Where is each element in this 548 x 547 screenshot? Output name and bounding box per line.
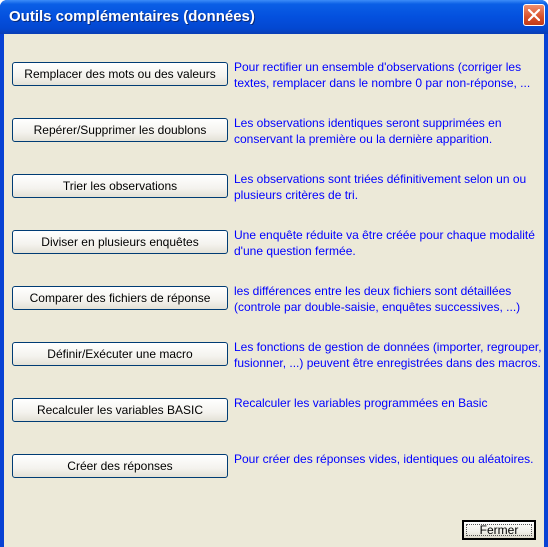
dialog-client-area: Remplacer des mots ou des valeurs Pour r… [4, 34, 544, 547]
window-title: Outils complémentaires (données) [9, 8, 255, 25]
action-row-compare: Comparer des fichiers de réponse les dif… [4, 284, 544, 326]
action-row-replace: Remplacer des mots ou des valeurs Pour r… [4, 60, 544, 102]
split-surveys-button[interactable]: Diviser en plusieurs enquêtes [12, 230, 228, 254]
macro-button[interactable]: Définir/Exécuter une macro [12, 342, 228, 366]
create-responses-description: Pour créer des réponses vides, identique… [234, 452, 534, 466]
create-responses-button[interactable]: Créer des réponses [12, 454, 228, 478]
sort-observations-description: Les observations sont triées définitivem… [234, 172, 527, 202]
recalculate-basic-button[interactable]: Recalculer les variables BASIC [12, 398, 228, 422]
action-row-macro: Définir/Exécuter une macro Les fonctions… [4, 340, 544, 382]
compare-files-button[interactable]: Comparer des fichiers de réponse [12, 286, 228, 310]
replace-values-description: Pour rectifier un ensemble d'observation… [234, 60, 531, 90]
title-bar[interactable]: Outils complémentaires (données) [0, 0, 548, 34]
split-surveys-description: Une enquête réduite va être créée pour c… [234, 228, 535, 258]
close-icon [528, 9, 540, 21]
macro-description: Les fonctions de gestion de données (imp… [234, 340, 542, 370]
find-duplicates-description: Les observations identiques seront suppr… [234, 116, 502, 146]
replace-values-button[interactable]: Remplacer des mots ou des valeurs [12, 62, 228, 86]
dialog-window: Outils complémentaires (données) Remplac… [0, 0, 548, 547]
compare-files-description: les différences entre les deux fichiers … [234, 284, 521, 314]
window-close-button[interactable] [523, 4, 545, 26]
action-row-sort: Trier les observations Les observations … [4, 172, 544, 214]
action-row-split: Diviser en plusieurs enquêtes Une enquêt… [4, 228, 544, 270]
action-row-create: Créer des réponses Pour créer des répons… [4, 452, 544, 494]
action-row-duplicates: Repérer/Supprimer les doublons Les obser… [4, 116, 544, 158]
sort-observations-button[interactable]: Trier les observations [12, 174, 228, 198]
recalculate-basic-description: Recalculer les variables programmées en … [234, 396, 488, 410]
close-button[interactable]: Fermer [462, 520, 536, 540]
action-row-recalculate: Recalculer les variables BASIC Recalcule… [4, 396, 544, 438]
find-duplicates-button[interactable]: Repérer/Supprimer les doublons [12, 118, 228, 142]
